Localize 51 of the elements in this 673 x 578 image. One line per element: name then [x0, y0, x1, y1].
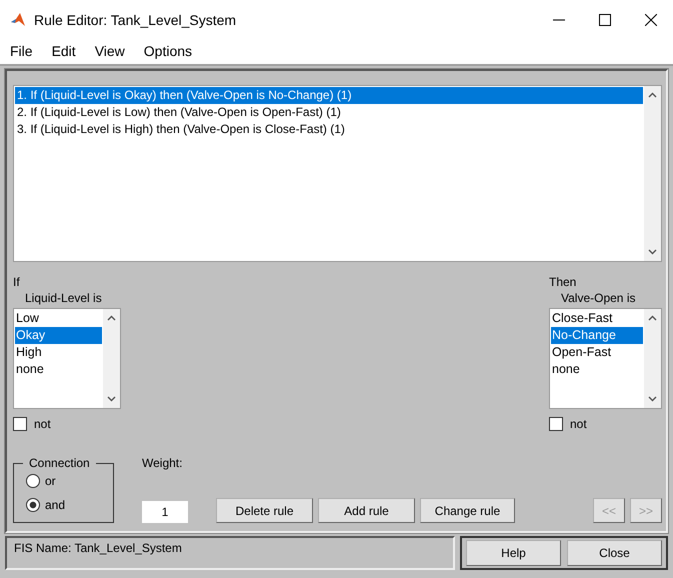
option-item[interactable]: Low: [15, 310, 102, 327]
checkbox-label: not: [34, 416, 51, 432]
menu-item[interactable]: Edit: [52, 43, 76, 59]
footer-button[interactable]: Close: [567, 540, 662, 566]
not-checkbox[interactable]: [549, 417, 563, 431]
footer-button[interactable]: Help: [466, 540, 561, 566]
option-item[interactable]: Open-Fast: [551, 344, 643, 361]
action-button[interactable]: Add rule: [318, 498, 415, 523]
scrollbar[interactable]: [644, 309, 661, 408]
not-checkbox[interactable]: [13, 417, 27, 431]
scrollbar[interactable]: [103, 309, 120, 408]
option-item[interactable]: High: [15, 344, 102, 361]
peak-icon: [10, 12, 26, 28]
radio-label: or: [45, 473, 56, 489]
close-icon[interactable]: [645, 14, 657, 26]
maximize-icon[interactable]: [599, 14, 611, 26]
chevron-up-icon[interactable]: [107, 315, 116, 321]
variable-label: Valve-Open is: [560, 290, 636, 306]
radio-label: and: [45, 497, 66, 513]
option-item[interactable]: No-Change: [551, 327, 643, 344]
checkbox-label: not: [570, 416, 587, 432]
option-item[interactable]: none: [15, 361, 102, 378]
chevron-up-icon[interactable]: [648, 92, 657, 98]
action-button[interactable]: Delete rule: [216, 498, 313, 523]
radio-button[interactable]: [26, 474, 40, 488]
rule-item[interactable]: 3. If (Liquid-Level is High) then (Valve-Open is Close-Fast) (1): [15, 121, 643, 138]
chevron-down-icon[interactable]: [107, 396, 116, 402]
chevron-down-icon[interactable]: [648, 396, 657, 402]
weight-label: Weight:: [142, 455, 184, 471]
option-list[interactable]: Close-Fast No-Change Open-Fast none: [549, 308, 662, 409]
option-list[interactable]: Low Okay High none: [13, 308, 121, 409]
variable-label: Liquid-Level is: [24, 290, 103, 306]
chevron-down-icon[interactable]: [648, 249, 657, 255]
rule-item[interactable]: 1. If (Liquid-Level is Okay) then (Valve-Open is No-Change) (1): [15, 87, 643, 104]
option-item[interactable]: Close-Fast: [551, 310, 643, 327]
menu-item[interactable]: Options: [144, 43, 192, 59]
radio-button[interactable]: [26, 498, 40, 512]
window-title: Rule Editor: Tank_Level_System: [34, 12, 238, 28]
option-item[interactable]: none: [551, 361, 643, 378]
section-heading: If: [13, 274, 21, 290]
status-text: FIS Name: Tank_Level_System: [14, 541, 182, 555]
menu-item[interactable]: View: [94, 43, 125, 59]
rule-list[interactable]: 1. If (Liquid-Level is Okay) then (Valve-Open is No-Change) (1) 2. If (Liquid-Level is Low) then (Valve-Open is Open-Fast) (1) 3. If (Liquid-Level is High) then (Valve-Open is Close-Fast) (1): [13, 85, 662, 262]
chevron-up-icon[interactable]: [648, 315, 657, 321]
scrollbar[interactable]: [644, 86, 661, 261]
action-button[interactable]: Change rule: [420, 498, 515, 523]
weight-field[interactable]: 1: [142, 501, 188, 523]
section-heading: Then: [549, 274, 578, 290]
option-item[interactable]: Okay: [15, 327, 102, 344]
menu-item[interactable]: File: [10, 43, 33, 59]
rule-item[interactable]: 2. If (Liquid-Level is Low) then (Valve-Open is Open-Fast) (1): [15, 104, 643, 121]
